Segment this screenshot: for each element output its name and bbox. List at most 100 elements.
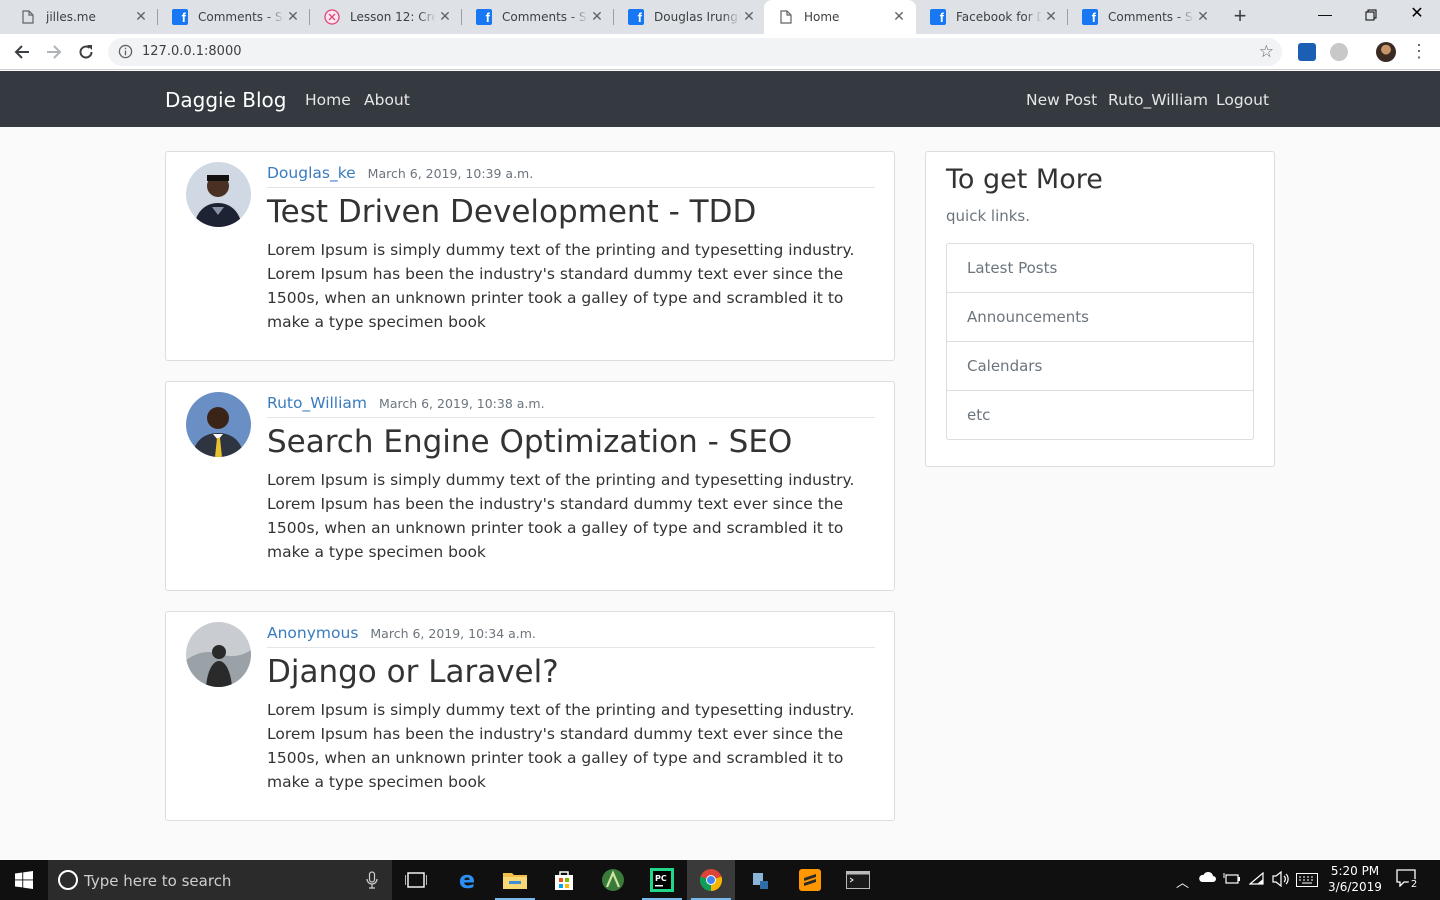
action-center-icon[interactable]: 2 — [1396, 869, 1422, 893]
post-author-link[interactable]: Douglas_ke — [267, 164, 356, 182]
quick-link-latest-posts[interactable]: Latest Posts — [947, 244, 1253, 293]
close-tab-icon[interactable]: ✕ — [132, 9, 150, 25]
quick-link-calendars[interactable]: Calendars — [947, 342, 1253, 391]
post-title-link[interactable]: Django or Laravel? — [267, 654, 559, 690]
close-tab-icon[interactable]: ✕ — [284, 9, 302, 25]
browser-tab-active[interactable]: Home ✕ — [764, 0, 916, 34]
task-view-icon[interactable] — [392, 860, 440, 900]
nav-profile-link[interactable]: Ruto_William — [1108, 91, 1208, 109]
author-avatar — [186, 392, 251, 457]
browser-tab[interactable]: f Comments - Social ✕ — [158, 0, 310, 34]
facebook-icon: f — [930, 9, 946, 25]
quick-link-etc[interactable]: etc — [947, 391, 1253, 439]
post-date: March 6, 2019, 10:34 a.m. — [370, 626, 536, 641]
volume-icon[interactable] — [1272, 870, 1290, 891]
quick-links-list: Latest Posts Announcements Calendars etc — [946, 243, 1254, 440]
browser-tab-strip: jilles.me ✕ f Comments - Social ✕ Lesson… — [0, 0, 1440, 34]
svg-text:PC: PC — [655, 874, 667, 883]
nav-logout-link[interactable]: Logout — [1216, 91, 1269, 109]
close-tab-icon[interactable]: ✕ — [890, 9, 908, 25]
brand-logo[interactable]: Daggie Blog — [165, 88, 286, 112]
close-tab-icon[interactable]: ✕ — [1042, 9, 1060, 25]
sublime-text-icon[interactable] — [786, 860, 834, 900]
browser-tab[interactable]: jilles.me ✕ — [6, 0, 158, 34]
post-card: Ruto_William March 6, 2019, 10:38 a.m. S… — [165, 381, 895, 591]
new-tab-button[interactable]: + — [1228, 5, 1252, 29]
post-content: Lorem Ipsum is simply dummy text of the … — [267, 241, 855, 331]
file-explorer-icon[interactable] — [491, 860, 539, 900]
forward-button[interactable] — [42, 40, 66, 64]
onedrive-icon[interactable] — [1198, 871, 1216, 887]
reload-button[interactable] — [74, 40, 98, 64]
close-tab-icon[interactable]: ✕ — [588, 9, 606, 25]
tab-title: Comments - Social — [502, 10, 588, 24]
post-content: Lorem Ipsum is simply dummy text of the … — [267, 701, 855, 791]
nav-about-link[interactable]: About — [364, 91, 410, 109]
windows-logo-icon — [15, 871, 33, 889]
close-window-button[interactable]: ✕ — [1394, 0, 1440, 30]
facebook-icon: f — [172, 9, 188, 25]
post-date: March 6, 2019, 10:38 a.m. — [379, 396, 545, 411]
post-title-link[interactable]: Search Engine Optimization - SEO — [267, 424, 792, 460]
browser-menu-icon[interactable]: ⋮ — [1410, 42, 1428, 62]
show-hidden-icons-icon[interactable]: ︿ — [1176, 872, 1189, 891]
battery-icon[interactable] — [1223, 872, 1241, 890]
start-button[interactable] — [0, 860, 48, 900]
clock-date: 3/6/2019 — [1328, 880, 1382, 894]
minimize-button[interactable]: — — [1302, 0, 1348, 30]
extension-icon[interactable] — [1330, 43, 1348, 61]
post-meta: Anonymous March 6, 2019, 10:34 a.m. — [267, 624, 875, 648]
post-meta: Douglas_ke March 6, 2019, 10:39 a.m. — [267, 164, 875, 188]
post-author-link[interactable]: Ruto_William — [267, 394, 367, 412]
keyboard-icon[interactable] — [1296, 873, 1318, 891]
reload-icon — [79, 45, 93, 59]
tab-title: Douglas Irungu — [654, 10, 740, 24]
windows-taskbar: Type here to search e PC ︿ 5:20 PM 3/6/2… — [0, 860, 1440, 900]
chrome-icon[interactable] — [687, 860, 735, 900]
post-card: Douglas_ke March 6, 2019, 10:39 a.m. Tes… — [165, 151, 895, 361]
android-studio-icon[interactable] — [589, 860, 637, 900]
terminal-icon[interactable] — [834, 860, 882, 900]
back-button[interactable] — [10, 40, 34, 64]
cortana-icon — [58, 870, 78, 890]
wifi-icon[interactable] — [1248, 871, 1265, 890]
browser-tab[interactable]: Lesson 12: Create ✕ — [310, 0, 462, 34]
bookmark-star-icon[interactable]: ☆ — [1259, 42, 1274, 62]
maximize-button[interactable] — [1348, 0, 1394, 30]
nav-new-post-link[interactable]: New Post — [1026, 91, 1097, 109]
url-text: 127.0.0.1:8000 — [142, 44, 242, 59]
post-title-link[interactable]: Test Driven Development - TDD — [267, 194, 756, 230]
store-icon[interactable] — [540, 860, 588, 900]
quick-link-announcements[interactable]: Announcements — [947, 293, 1253, 342]
settings-app-icon[interactable] — [737, 860, 785, 900]
close-tab-icon[interactable]: ✕ — [436, 9, 454, 25]
back-arrow-icon — [14, 45, 29, 59]
site-navbar: Daggie Blog Home About New Post Ruto_Wil… — [0, 71, 1440, 127]
address-bar[interactable]: 127.0.0.1:8000 ☆ — [108, 38, 1282, 66]
browser-tab[interactable]: f Douglas Irungu ✕ — [614, 0, 766, 34]
search-placeholder: Type here to search — [84, 872, 232, 890]
page-icon — [778, 9, 794, 25]
browser-tab[interactable]: f Comments - Social ✕ — [1068, 0, 1220, 34]
clock-time: 5:20 PM — [1330, 864, 1380, 878]
post-meta: Ruto_William March 6, 2019, 10:38 a.m. — [267, 394, 875, 418]
nav-home-link[interactable]: Home — [305, 91, 351, 109]
microphone-icon[interactable] — [366, 871, 378, 894]
tab-title: Home — [804, 10, 840, 24]
sidebar-subtitle: quick links. — [946, 207, 1031, 225]
edge-browser-icon[interactable]: e — [443, 860, 491, 900]
browser-tab[interactable]: f Facebook for Developers ✕ — [916, 0, 1068, 34]
info-icon[interactable] — [118, 44, 133, 64]
browser-tab[interactable]: f Comments - Social ✕ — [462, 0, 614, 34]
profile-avatar[interactable] — [1376, 42, 1396, 62]
browser-toolbar: 127.0.0.1:8000 ☆ ⋮ — [0, 34, 1440, 70]
tab-title: Lesson 12: Create — [350, 10, 436, 24]
system-clock[interactable]: 5:20 PM 3/6/2019 — [1325, 863, 1385, 895]
facebook-icon: f — [476, 9, 492, 25]
close-tab-icon[interactable]: ✕ — [1194, 9, 1212, 25]
pycharm-icon[interactable]: PC — [638, 860, 686, 900]
post-author-link[interactable]: Anonymous — [267, 624, 358, 642]
taskbar-search-box[interactable]: Type here to search — [48, 860, 392, 900]
extension-icon[interactable] — [1298, 43, 1316, 61]
close-tab-icon[interactable]: ✕ — [740, 9, 758, 25]
